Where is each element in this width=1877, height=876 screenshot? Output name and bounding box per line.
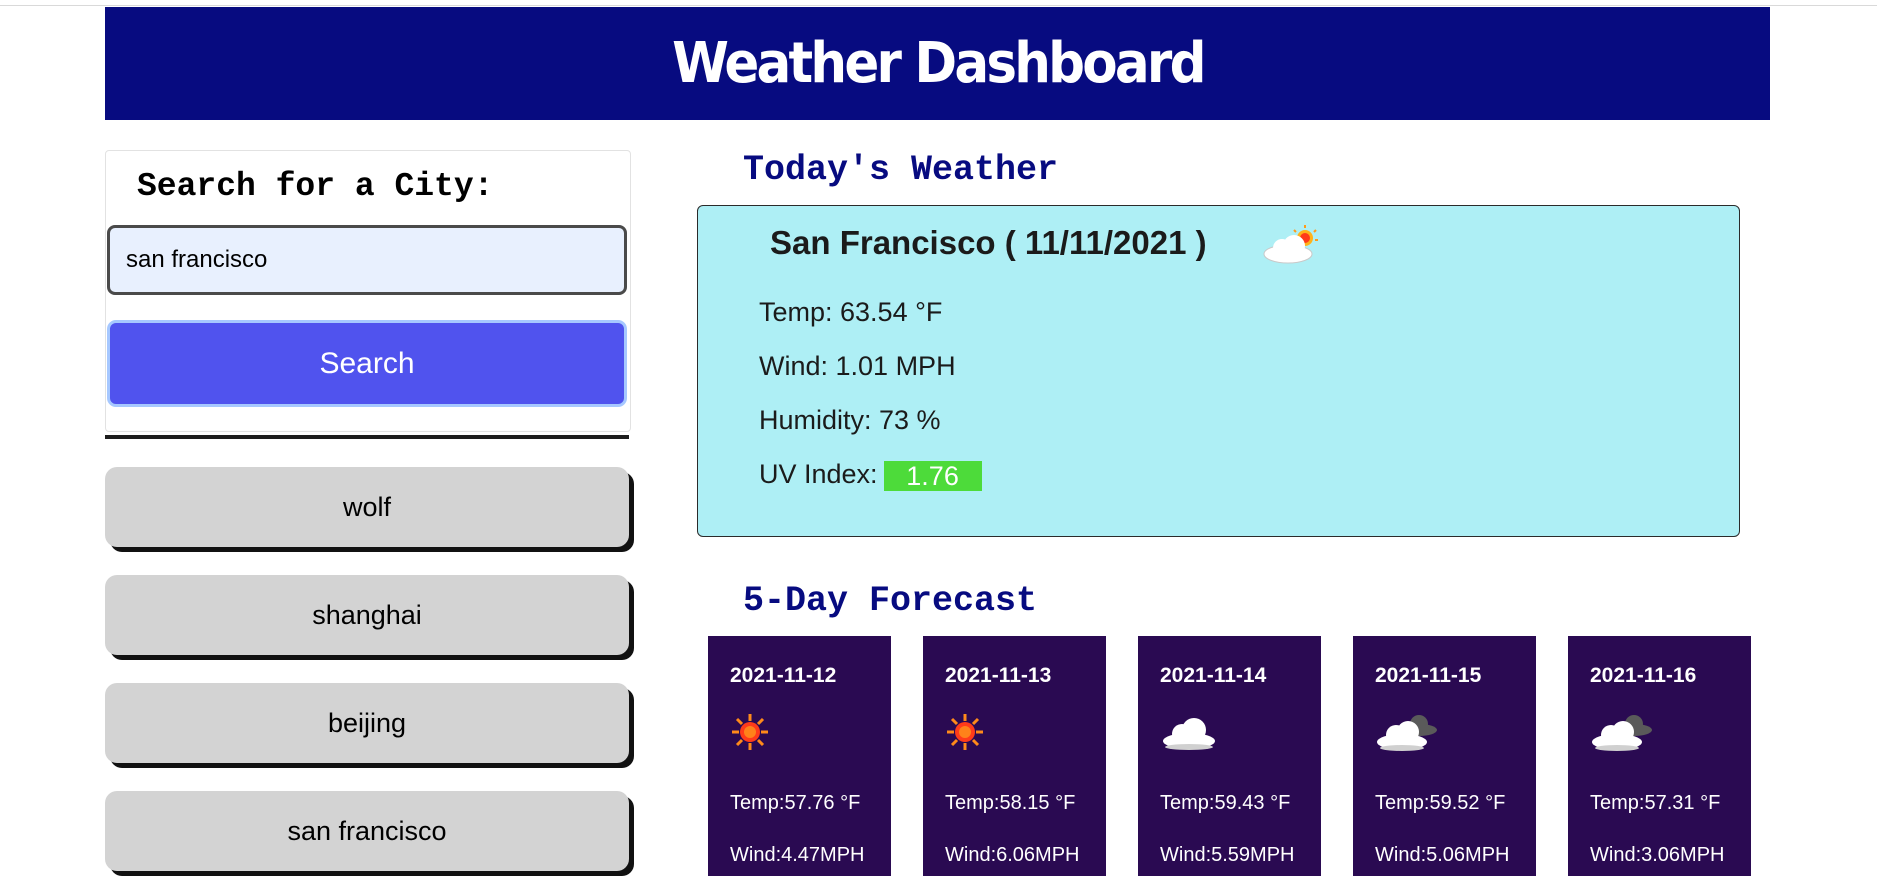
todays-weather-heading: Today's Weather [743, 150, 1059, 190]
forecast-date: 2021-11-15 [1375, 664, 1482, 687]
forecast-wind: Wind:5.59MPH [1160, 844, 1295, 866]
forecast-card: 2021-11-13 Temp:58.15 °F Wind:6.06MPH [923, 636, 1106, 876]
broken-clouds-icon [1590, 712, 1656, 757]
search-heading: Search for a City: [137, 168, 494, 205]
forecast-temp: Temp:59.52 °F [1375, 792, 1506, 814]
forecast-temp: Temp:57.31 °F [1590, 792, 1721, 814]
cloud-icon [1160, 712, 1218, 757]
history-button-shanghai[interactable]: shanghai [105, 575, 629, 655]
top-border-line [0, 5, 1877, 6]
forecast-date: 2021-11-12 [730, 664, 837, 687]
partly-cloudy-day-icon [1260, 222, 1324, 273]
uv-index-badge: 1.76 [883, 460, 982, 491]
current-wind: Wind: 1.01 MPH [759, 351, 956, 381]
page-header: Weather Dashboard [105, 7, 1770, 120]
current-temp: Temp: 63.54 °F [759, 297, 943, 327]
forecast-temp: Temp:58.15 °F [945, 792, 1076, 814]
forecast-wind: Wind:3.06MPH [1590, 844, 1725, 866]
forecast-date: 2021-11-13 [945, 664, 1052, 687]
sun-icon [945, 712, 985, 757]
current-uv: UV Index: 1.76 [759, 459, 982, 491]
forecast-wind: Wind:4.47MPH [730, 844, 865, 866]
forecast-wind: Wind:5.06MPH [1375, 844, 1510, 866]
search-button[interactable]: Search [107, 320, 627, 407]
forecast-heading: 5-Day Forecast [743, 581, 1038, 621]
sun-icon [730, 712, 770, 757]
uv-index-label: UV Index: [759, 459, 878, 489]
history-button-wolf[interactable]: wolf [105, 467, 629, 547]
history-button-san-francisco[interactable]: san francisco [105, 791, 629, 871]
page-title: Weather Dashboard [671, 31, 1206, 96]
forecast-card: 2021-11-12 Temp:57.76 °F Wind:4.47MPH [708, 636, 891, 876]
forecast-temp: Temp:57.76 °F [730, 792, 861, 814]
current-humidity: Humidity: 73 % [759, 405, 941, 435]
section-divider [105, 435, 629, 439]
forecast-card: 2021-11-15 Temp:59.52 °F Wind:5.06MPH [1353, 636, 1536, 876]
city-search-input[interactable] [107, 225, 627, 295]
current-city-date: San Francisco ( 11/11/2021 ) [770, 224, 1207, 261]
broken-clouds-icon [1375, 712, 1441, 757]
forecast-date: 2021-11-16 [1590, 664, 1697, 687]
forecast-wind: Wind:6.06MPH [945, 844, 1080, 866]
history-button-beijing[interactable]: beijing [105, 683, 629, 763]
forecast-temp: Temp:59.43 °F [1160, 792, 1291, 814]
forecast-card: 2021-11-16 Temp:57.31 °F Wind:3.06MPH [1568, 636, 1751, 876]
forecast-card: 2021-11-14 Temp:59.43 °F Wind:5.59MPH [1138, 636, 1321, 876]
forecast-date: 2021-11-14 [1160, 664, 1267, 687]
